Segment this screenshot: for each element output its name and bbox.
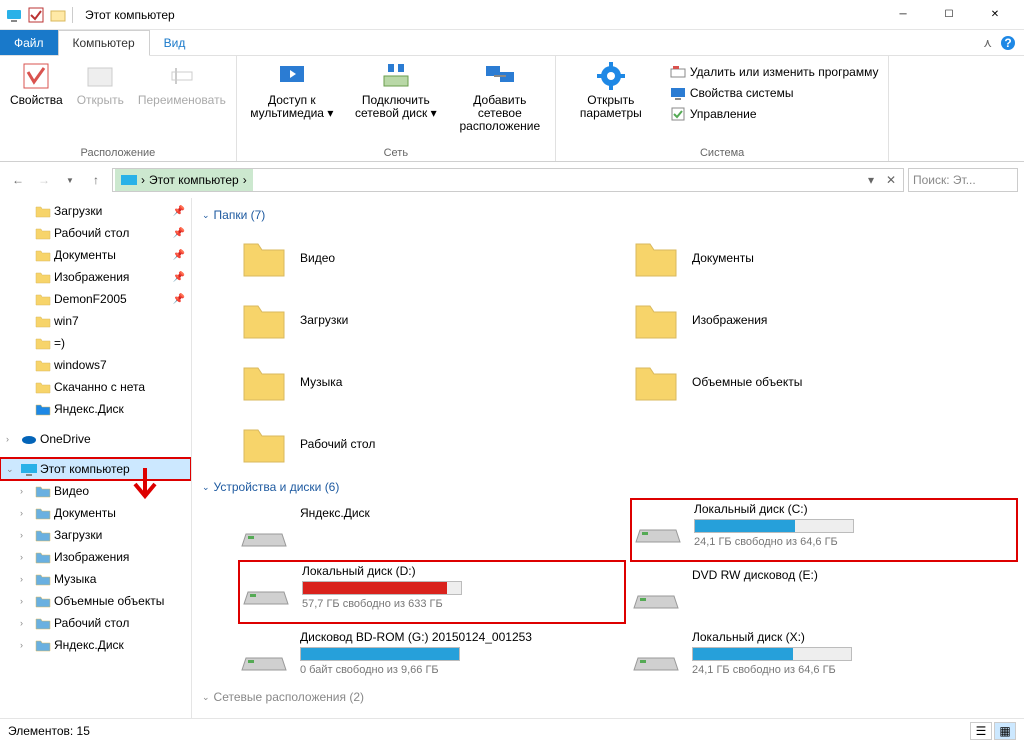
tree-item[interactable]: ›Загрузки: [0, 524, 191, 546]
tree-item[interactable]: windows7: [0, 354, 191, 376]
folders-group-header[interactable]: ⌄ Папки (7): [200, 202, 1016, 228]
tree-item[interactable]: DemonF2005📌: [0, 288, 191, 310]
tree-item[interactable]: Изображения📌: [0, 266, 191, 288]
check-icon[interactable]: [28, 7, 44, 23]
drive-item[interactable]: Дисковод BD-ROM (G:) 20150124_0012530 ба…: [240, 624, 624, 684]
back-button[interactable]: ←: [6, 168, 30, 192]
recent-button[interactable]: ▼: [58, 168, 82, 192]
forward-button[interactable]: →: [32, 168, 56, 192]
menu-bar: Файл Компьютер Вид ⋏ ?: [0, 30, 1024, 56]
folder-item[interactable]: Музыка: [240, 352, 624, 412]
tree-item[interactable]: ›Документы: [0, 502, 191, 524]
ribbon-group-network: Сеть: [241, 145, 551, 161]
tree-item[interactable]: =): [0, 332, 191, 354]
map-drive-button[interactable]: Подключить сетевой диск ▾: [345, 58, 447, 122]
drive-item[interactable]: Локальный диск (C:)24,1 ГБ свободно из 6…: [632, 500, 1016, 560]
tree-item[interactable]: Документы📌: [0, 244, 191, 266]
pc-icon: [6, 7, 22, 23]
tree-item[interactable]: ›Объемные объекты: [0, 590, 191, 612]
folder-item[interactable]: Объемные объекты: [632, 352, 1016, 412]
details-view-button[interactable]: ☰: [970, 722, 992, 740]
tree-onedrive[interactable]: ›OneDrive: [0, 428, 191, 450]
tree-item[interactable]: Скачанно с нета: [0, 376, 191, 398]
drive-item[interactable]: DVD RW дисковод (E:): [632, 562, 1016, 622]
refresh-button[interactable]: ✕: [881, 173, 901, 187]
tree-item[interactable]: ›Яндекс.Диск: [0, 634, 191, 656]
folder-item[interactable]: Видео: [240, 228, 624, 288]
content-pane: ⌄ Папки (7)ВидеоДокументыЗагрузкиИзображ…: [192, 198, 1024, 718]
drives-group-header[interactable]: ⌄ Устройства и диски (6): [200, 474, 1016, 500]
dropdown-icon[interactable]: ▾: [861, 173, 881, 187]
network-group-header[interactable]: ⌄ Сетевые расположения (2): [200, 684, 1016, 710]
help-icon[interactable]: ?: [1000, 35, 1016, 51]
ribbon-group-system: Система: [560, 145, 885, 161]
properties-button[interactable]: Свойства: [4, 58, 69, 109]
file-menu[interactable]: Файл: [0, 30, 58, 55]
drive-item[interactable]: Локальный диск (D:)57,7 ГБ свободно из 6…: [240, 562, 624, 622]
title-bar: Этот компьютер ─ ☐ ✕: [0, 0, 1024, 30]
drive-item[interactable]: Яндекс.Диск: [240, 500, 624, 560]
svg-text:?: ?: [1004, 36, 1011, 50]
media-access-button[interactable]: Доступ к мультимедиа ▾: [241, 58, 343, 122]
icons-view-button[interactable]: ▦: [994, 722, 1016, 740]
folder-item[interactable]: Изображения: [632, 290, 1016, 350]
tree-item[interactable]: ›Видео: [0, 480, 191, 502]
navigation-pane: Загрузки📌 Рабочий стол📌 Документы📌 Изобр…: [0, 198, 192, 718]
address-crumb: › Этот компьютер ›: [115, 169, 253, 191]
tree-item[interactable]: ›Рабочий стол: [0, 612, 191, 634]
add-network-location-button[interactable]: Добавить сетевое расположение: [449, 58, 551, 136]
tree-item[interactable]: Рабочий стол📌: [0, 222, 191, 244]
separator: [72, 7, 73, 23]
address-bar[interactable]: › Этот компьютер › ▾ ✕: [112, 168, 904, 192]
search-input[interactable]: Поиск: Эт...: [908, 168, 1018, 192]
item-count: Элементов: 15: [8, 724, 90, 738]
tree-item[interactable]: win7: [0, 310, 191, 332]
view-tab[interactable]: Вид: [150, 30, 200, 55]
manage-button[interactable]: Управление: [664, 104, 885, 124]
open-settings-button[interactable]: Открыть параметры: [560, 58, 662, 122]
ribbon: Свойства Открыть Переименовать Расположе…: [0, 56, 1024, 162]
ribbon-group-location: Расположение: [4, 145, 232, 161]
system-properties-button[interactable]: Свойства системы: [664, 83, 885, 103]
folder-item[interactable]: Рабочий стол: [240, 414, 624, 474]
collapse-ribbon-icon[interactable]: ⋏: [983, 36, 992, 50]
tree-item[interactable]: ›Изображения: [0, 546, 191, 568]
tree-item[interactable]: ›Музыка: [0, 568, 191, 590]
open-button: Открыть: [71, 58, 130, 109]
drive-item[interactable]: Локальный диск (X:)24,1 ГБ свободно из 6…: [632, 624, 1016, 684]
close-button[interactable]: ✕: [972, 0, 1018, 30]
rename-button: Переименовать: [132, 58, 232, 109]
computer-tab[interactable]: Компьютер: [58, 30, 150, 56]
status-bar: Элементов: 15 ☰ ▦: [0, 718, 1024, 742]
maximize-button[interactable]: ☐: [926, 0, 972, 30]
window-title: Этот компьютер: [85, 8, 175, 22]
up-button[interactable]: ↑: [84, 168, 108, 192]
folder-item[interactable]: Загрузки: [240, 290, 624, 350]
minimize-button[interactable]: ─: [880, 0, 926, 30]
uninstall-button[interactable]: Удалить или изменить программу: [664, 62, 885, 82]
tree-item[interactable]: Яндекс.Диск: [0, 398, 191, 420]
tree-item[interactable]: Загрузки📌: [0, 200, 191, 222]
folder-item[interactable]: Документы: [632, 228, 1016, 288]
folder-icon: [50, 7, 66, 23]
tree-this-pc[interactable]: ⌄Этот компьютер: [0, 458, 191, 480]
nav-bar: ← → ▼ ↑ › Этот компьютер › ▾ ✕ Поиск: Эт…: [0, 162, 1024, 198]
